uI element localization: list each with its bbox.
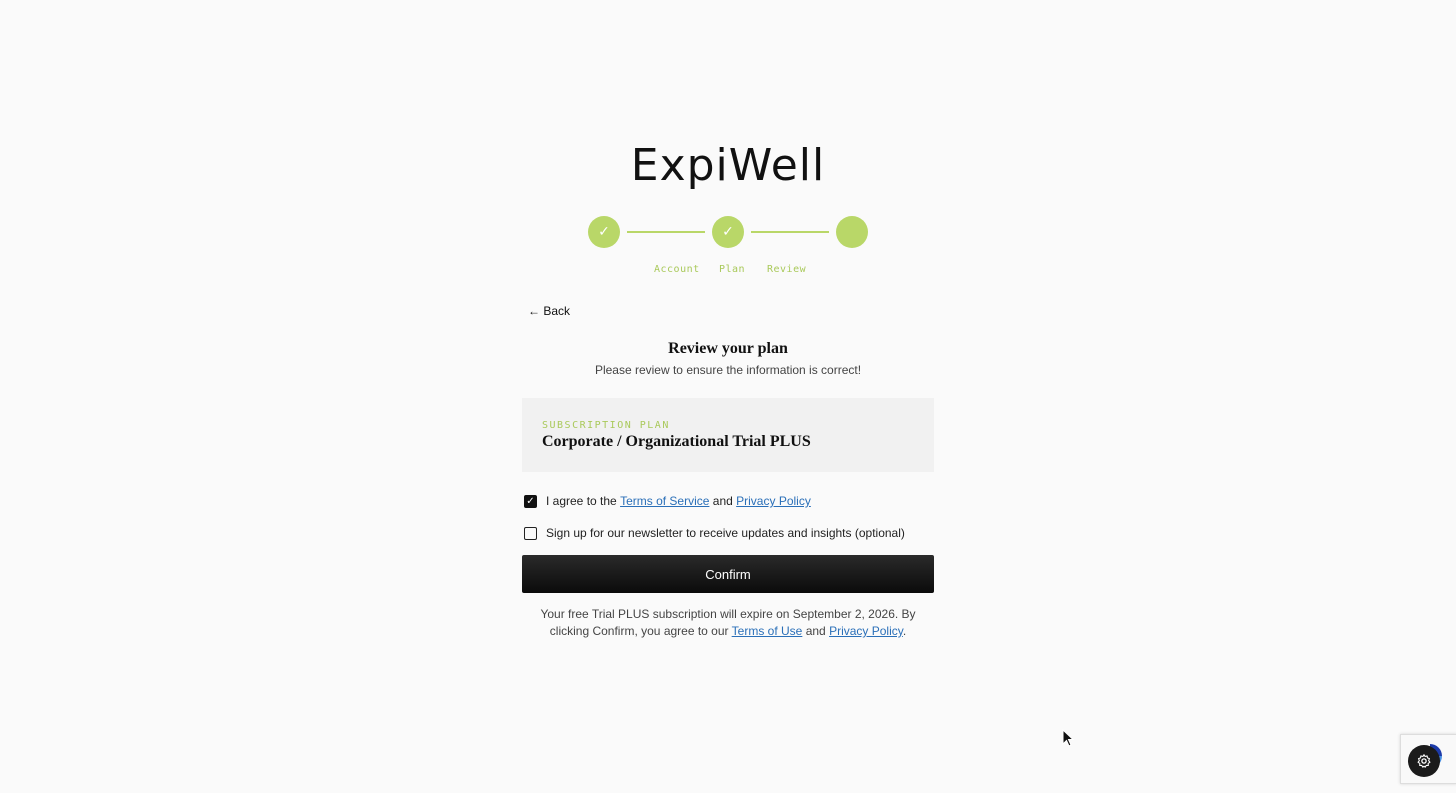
footnote-and: and [805, 624, 826, 638]
step-plan-check-icon: ✓ [712, 216, 744, 248]
terms-and: and [712, 494, 733, 508]
step-connector [751, 231, 829, 233]
signup-review-page: ExpiWell ✓ ✓ Account Plan Review ← Back … [0, 0, 1456, 793]
confirm-button[interactable]: Confirm [522, 555, 934, 593]
newsletter-row: Sign up for our newsletter to receive up… [524, 526, 905, 540]
back-link[interactable]: ← Back [528, 304, 570, 318]
terms-checkbox[interactable]: ✓ [524, 494, 537, 508]
settings-button[interactable] [1408, 745, 1440, 777]
expiwell-logo: ExpiWell [630, 140, 826, 191]
terms-of-use-link[interactable]: Terms of Use [732, 624, 803, 638]
plan-label: SUBSCRIPTION PLAN [542, 420, 670, 431]
page-subtitle: Please review to ensure the information … [594, 363, 862, 377]
step-label-review: Review [767, 264, 807, 275]
step-account-check-icon: ✓ [588, 216, 620, 248]
step-label-account: Account [654, 264, 700, 275]
newsletter-label: Sign up for our newsletter to receive up… [546, 526, 905, 540]
terms-of-service-link[interactable]: Terms of Service [620, 494, 709, 508]
newsletter-checkbox[interactable] [524, 526, 537, 540]
expiry-footnote: Your free Trial PLUS subscription will e… [522, 606, 934, 640]
terms-agreement-row: ✓ I agree to the Terms of Service and Pr… [524, 494, 811, 508]
plan-name: Corporate / Organizational Trial PLUS [542, 433, 811, 450]
step-label-plan: Plan [719, 264, 746, 275]
privacy-policy-link[interactable]: Privacy Policy [736, 494, 811, 508]
terms-prefix: I agree to the [546, 494, 617, 508]
plan-summary-card: SUBSCRIPTION PLAN Corporate / Organizati… [522, 398, 934, 472]
progress-stepper: ✓ ✓ [587, 216, 869, 250]
footnote-end: . [902, 624, 907, 638]
step-connector [627, 231, 705, 233]
check-icon: ✓ [526, 495, 535, 507]
footnote-privacy-policy-link[interactable]: Privacy Policy [829, 624, 903, 638]
step-review-circle [836, 216, 868, 248]
mouse-cursor-icon [1062, 728, 1075, 752]
page-title: Review your plan [668, 340, 788, 357]
gear-icon [1417, 754, 1431, 768]
